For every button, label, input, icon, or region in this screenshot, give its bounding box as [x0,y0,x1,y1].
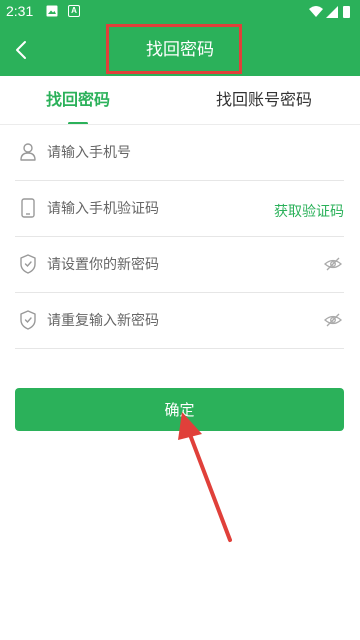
phone-row [15,125,344,181]
annotation-arrow [178,412,232,542]
person-icon [20,143,36,161]
new-password-row [15,237,344,293]
tab-bar: 找回密码 找回账号密码 [0,76,360,125]
image-notification-icon [46,5,58,17]
status-bar: 2:31 A [0,0,360,24]
shield-icon [20,254,36,274]
eye-off-icon[interactable] [324,311,342,329]
tab-find-password[interactable]: 找回密码 [0,76,156,124]
new-password-input[interactable] [47,251,267,279]
signal-icon [326,6,338,18]
repeat-password-input[interactable] [47,307,267,335]
phone-device-icon [21,198,35,218]
repeat-password-row [15,293,344,349]
system-status-icons [309,6,350,18]
tab-find-account-password[interactable]: 找回账号密码 [196,76,332,124]
phone-input[interactable] [47,139,267,167]
status-time: 2:31 [6,3,34,19]
wifi-icon [309,6,323,17]
a-notification-icon: A [68,5,80,17]
code-input[interactable] [47,195,267,223]
eye-off-icon[interactable] [324,255,342,273]
get-code-button[interactable]: 获取验证码 [274,201,344,221]
battery-icon [343,6,350,18]
title-highlight-box [106,24,242,74]
shield-icon [20,310,36,330]
code-row: 获取验证码 [15,181,344,237]
